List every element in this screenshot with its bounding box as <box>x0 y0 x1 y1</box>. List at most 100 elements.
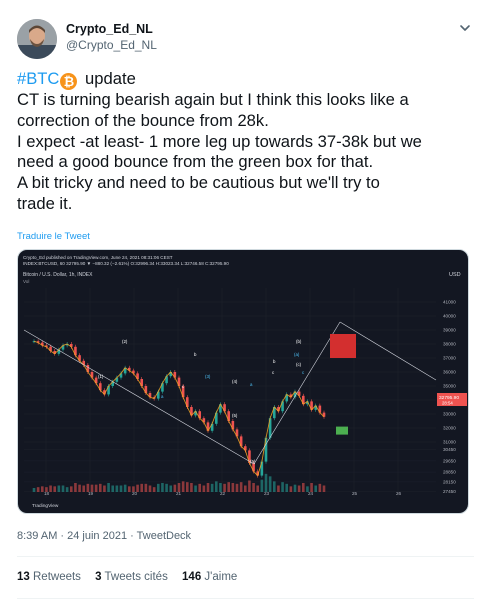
volume-bar <box>190 483 193 492</box>
volume-bar <box>119 485 123 492</box>
chart-currency: USD <box>449 272 461 278</box>
volume-bar <box>301 483 305 492</box>
chart-publisher-line: Crypto_Ed published on TradingView.com, … <box>23 255 173 260</box>
y-tick-label: 27450 <box>443 489 456 494</box>
volume-bar <box>36 487 40 492</box>
tweet-text-line: CT is turning bearish again but I think … <box>17 90 409 109</box>
likes-stat[interactable]: 146 J'aime <box>182 571 237 583</box>
volume-bar <box>318 483 322 492</box>
chart-legend-title: Bitcoin / U.S. Dollar, 1h, INDEX <box>23 272 93 278</box>
volume-bar <box>210 483 214 492</box>
volume-bar <box>198 483 202 492</box>
wave-label: b <box>194 352 197 357</box>
tweet-text-line: need a good bounce from the green box fo… <box>17 152 374 172</box>
retweets-stat[interactable]: 13 Retweets <box>17 571 81 583</box>
y-tick-label: 28150 <box>443 479 456 484</box>
volume-bar <box>194 485 197 492</box>
likes-label: J'aime <box>204 571 238 583</box>
volume-bar <box>272 481 276 492</box>
quotes-label: Tweets cités <box>104 571 168 583</box>
volume-bar <box>214 481 218 492</box>
display-name[interactable]: Crypto_Ed_NL <box>66 22 157 37</box>
volume-bar <box>115 485 119 492</box>
volume-bar <box>268 476 272 492</box>
y-tick-label: 36000 <box>443 370 456 375</box>
volume-bar <box>57 485 61 492</box>
x-tick-label: 25 <box>352 491 358 496</box>
volume-bar <box>285 483 289 492</box>
support-box <box>336 426 348 435</box>
divider <box>17 556 474 557</box>
tweet-stats: 13 Retweets 3 Tweets cités 146 J'aime <box>17 571 248 583</box>
volume-bar <box>181 481 185 492</box>
volume-bar <box>49 485 52 492</box>
volume-bar <box>235 483 239 492</box>
divider <box>17 598 474 599</box>
retweets-count: 13 <box>17 571 30 583</box>
x-tick-label: 23 <box>264 491 270 496</box>
volume-bar <box>94 484 98 492</box>
avatar[interactable] <box>17 19 57 59</box>
grid-layer <box>24 288 436 498</box>
y-tick-label: 39000 <box>443 328 456 333</box>
tweet-text-line: A bit tricky and need to be cautious but… <box>17 173 380 193</box>
x-tick-label: 19 <box>88 491 94 496</box>
more-options-icon[interactable] <box>457 20 473 36</box>
volume-bar <box>111 485 115 492</box>
trend-line <box>23 329 255 465</box>
volume-bar <box>148 485 152 492</box>
price-tag-time: 28:54 <box>442 401 453 406</box>
chart-image[interactable]: Crypto_Ed published on TradingView.com, … <box>17 249 469 514</box>
tradingview-logo: TradingView <box>32 503 59 509</box>
volume-bar <box>82 485 86 492</box>
volume-bar <box>156 483 160 492</box>
likes-count: 146 <box>182 571 202 583</box>
volume-bar <box>103 485 106 492</box>
volume-bar <box>65 487 69 492</box>
y-tick-label: 41000 <box>443 300 456 305</box>
wave-label: a <box>161 394 164 399</box>
volume-bar <box>140 483 144 492</box>
volume-bar <box>264 473 268 492</box>
tweet-text-line: I expect -at least- 1 more leg up toward… <box>17 131 422 151</box>
volume-bar <box>297 485 301 492</box>
wave-label: (5) <box>232 413 238 418</box>
volume-bar <box>61 485 65 492</box>
wave-label: (2) <box>122 339 128 344</box>
volume-bar <box>314 485 318 492</box>
volume-bar <box>260 479 264 492</box>
wave-label: c <box>302 370 305 375</box>
quotes-count: 3 <box>95 571 102 583</box>
volume-bar <box>256 485 260 492</box>
volume-bar <box>74 483 77 492</box>
y-tick-label: 31000 <box>443 440 456 445</box>
y-tick-label: 37000 <box>443 356 456 361</box>
translate-tweet-link[interactable]: Traduire le Tweet <box>17 231 90 242</box>
wave-label: (1) <box>98 374 104 379</box>
y-tick-label: 28850 <box>443 470 456 475</box>
chart-legend-sub: Vol <box>23 279 29 284</box>
volume-bar <box>123 484 127 492</box>
volume-bar <box>107 483 110 492</box>
tweet-timestamp[interactable]: 8:39 AM · 24 juin 2021 · TweetDeck <box>17 530 191 542</box>
handle[interactable]: @Crypto_Ed_NL <box>66 37 157 53</box>
quote-tweets-stat[interactable]: 3 Tweets cités <box>95 571 168 583</box>
volume-bar <box>152 487 156 492</box>
volume-bar <box>206 483 210 492</box>
wave-label: (4) <box>232 379 238 384</box>
x-tick-label: 24 <box>308 491 314 496</box>
x-tick-label: 26 <box>396 491 402 496</box>
tweet-text-line: trade it. <box>17 193 73 213</box>
wave-label: c <box>182 384 185 389</box>
btc-chart: Crypto_Ed published on TradingView.com, … <box>23 255 467 509</box>
tweet-text: #BTC ₿ update CT is turning bearish again… <box>17 69 477 215</box>
volume-bar <box>185 482 189 492</box>
x-tick-label: 22 <box>220 491 226 496</box>
hashtag-link[interactable]: #BTC <box>17 69 59 88</box>
y-tick-label: 29650 <box>443 458 456 463</box>
wave-label: (3) <box>205 374 211 379</box>
volume-bar <box>69 486 73 492</box>
y-tick-label: 38000 <box>443 342 456 347</box>
x-tick-label: 21 <box>176 491 182 496</box>
volume-bar <box>78 484 81 492</box>
